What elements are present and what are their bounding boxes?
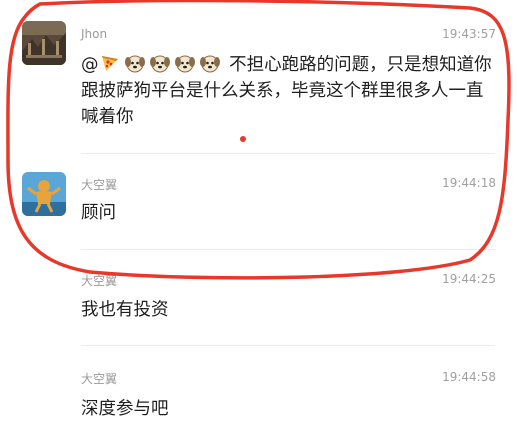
message-time: 19:44:18 [442,176,496,190]
dog-face-icon [149,55,170,73]
mention-prefix[interactable]: @ [81,55,99,75]
avatar[interactable] [22,21,66,65]
message-text: 深度参与吧 [81,399,169,419]
avatar[interactable] [22,172,66,216]
message-time: 19:44:25 [442,272,496,286]
divider [81,345,495,346]
message-time: 19:43:57 [442,27,496,41]
sender-name[interactable]: 大空翼 [81,176,117,193]
sender-name[interactable]: 大空翼 [81,272,117,289]
message-time: 19:44:58 [442,370,496,384]
divider [81,249,495,250]
avatar-image [22,172,66,216]
divider [81,153,495,154]
dog-face-icon [174,55,195,73]
message-text: @ 不担心跑路的问题，只是想知道你跟披萨狗平台是什么关系，毕竟这个群里很多人一直… [81,52,495,130]
pizza-emoji-icon [101,56,118,71]
message-text: 我也有投资 [81,300,169,320]
avatar-image [22,21,66,65]
dog-face-icon [199,55,220,73]
chat-list: Jhon 19:43:57 @ 不担心跑路的问题，只是想知道你跟披萨狗平台是什么… [0,0,517,443]
sender-name[interactable]: Jhon [81,27,107,41]
message-text: 顾问 [81,203,116,223]
sender-name[interactable]: 大空翼 [81,370,117,387]
dog-face-icon [124,55,145,73]
